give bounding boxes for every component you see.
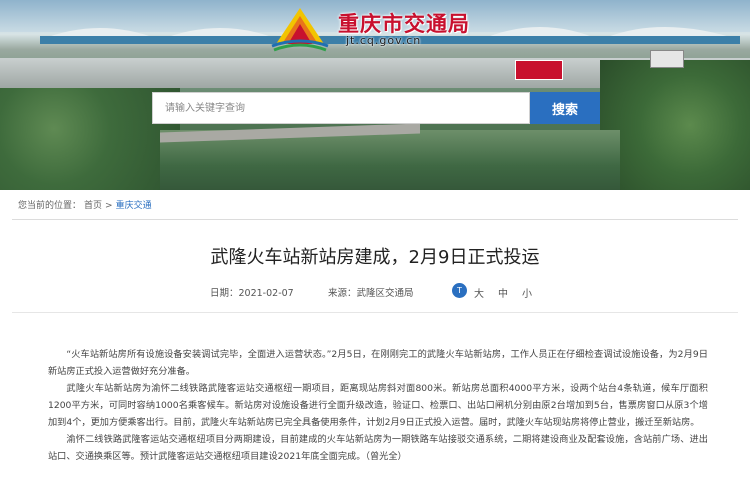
banner-billboard bbox=[515, 60, 563, 80]
transport-emblem-icon bbox=[271, 8, 329, 52]
breadcrumb-separator: > bbox=[105, 201, 113, 211]
breadcrumb-home[interactable]: 首页 bbox=[84, 201, 102, 211]
font-size-medium-button[interactable]: 中 bbox=[498, 285, 508, 300]
search-input[interactable] bbox=[153, 93, 529, 123]
text-size-icon: T bbox=[452, 283, 467, 298]
search-button[interactable]: 搜索 bbox=[530, 92, 600, 124]
article-title: 武隆火车站新站房建成，2月9日正式投运 bbox=[210, 247, 540, 268]
banner-trees-right bbox=[600, 60, 750, 190]
banner-billboard-2 bbox=[650, 50, 684, 68]
article-paragraph: 武隆火车站新站房为渝怀二线铁路武隆客运站交通枢纽一期项目，距离现站房斜对面800… bbox=[48, 383, 708, 428]
font-size-large-button[interactable]: 大 bbox=[474, 285, 484, 300]
site-url: jt.cq.gov.cn bbox=[346, 34, 422, 47]
search-box bbox=[152, 92, 530, 124]
breadcrumb-divider bbox=[12, 219, 738, 220]
meta-divider bbox=[12, 312, 738, 313]
breadcrumb-current[interactable]: 重庆交通 bbox=[116, 201, 152, 211]
article-paragraph: “火车站新站房所有设施设备安装调试完毕，全面进入运营状态。”2月5日，在刚刚完工… bbox=[48, 349, 708, 377]
breadcrumb-prefix: 您当前的位置： bbox=[18, 201, 82, 211]
article-body: “火车站新站房所有设施设备安装调试完毕，全面进入运营状态。”2月5日，在刚刚完工… bbox=[48, 346, 708, 465]
article-date: 日期：2021-02-07 bbox=[210, 288, 294, 299]
article-source: 来源：武隆区交通局 bbox=[328, 288, 414, 299]
site-logo[interactable]: 重庆市交通局 jt.cq.gov.cn bbox=[268, 0, 518, 52]
font-size-small-button[interactable]: 小 bbox=[522, 285, 532, 300]
breadcrumb: 您当前的位置： 首页 > 重庆交通 bbox=[0, 198, 750, 216]
article-paragraph: 渝怀二线铁路武隆客运站交通枢纽项目分两期建设，目前建成的火车站新站房为一期铁路车… bbox=[48, 434, 708, 462]
